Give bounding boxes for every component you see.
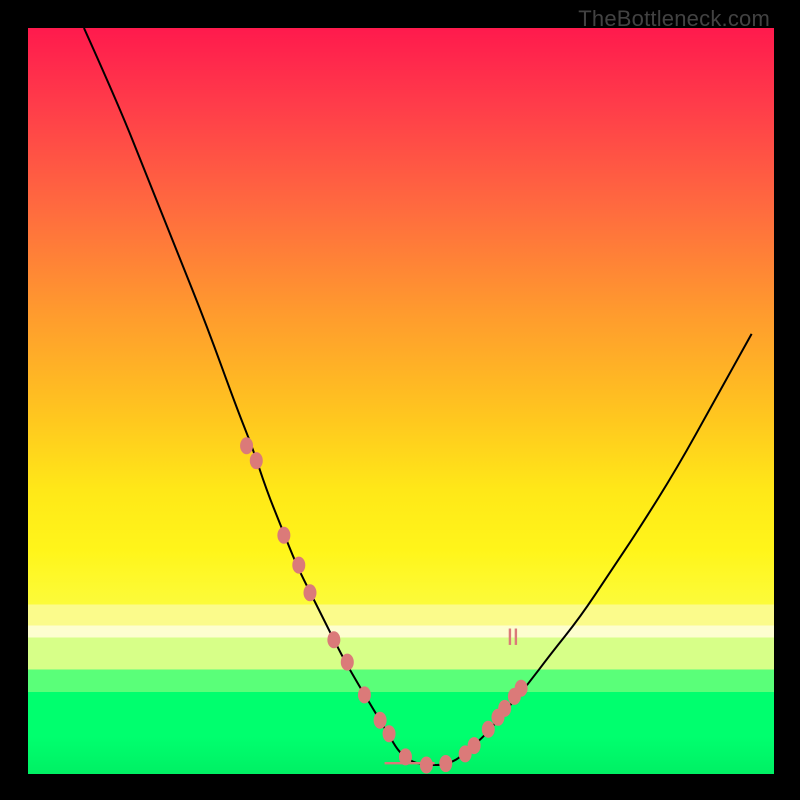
marker-point <box>383 725 396 742</box>
marker-point <box>341 654 354 671</box>
marker-point <box>420 757 433 774</box>
marker-point <box>240 437 253 454</box>
chart-frame: TheBottleneck.com <box>0 0 800 800</box>
mini-ridges <box>510 629 516 645</box>
plot-area <box>28 28 774 774</box>
marker-point <box>303 584 316 601</box>
markers-layer <box>28 28 774 774</box>
marker-point <box>515 680 528 697</box>
marker-point <box>358 686 371 703</box>
marker-point <box>327 631 340 648</box>
marker-point <box>277 527 290 544</box>
marker-point <box>250 452 263 469</box>
marker-point <box>374 712 387 729</box>
marker-point <box>498 700 511 717</box>
marker-point <box>439 755 452 772</box>
marker-point <box>468 737 481 754</box>
marker-point <box>482 721 495 738</box>
marker-point <box>292 557 305 574</box>
markers-group <box>240 437 528 773</box>
